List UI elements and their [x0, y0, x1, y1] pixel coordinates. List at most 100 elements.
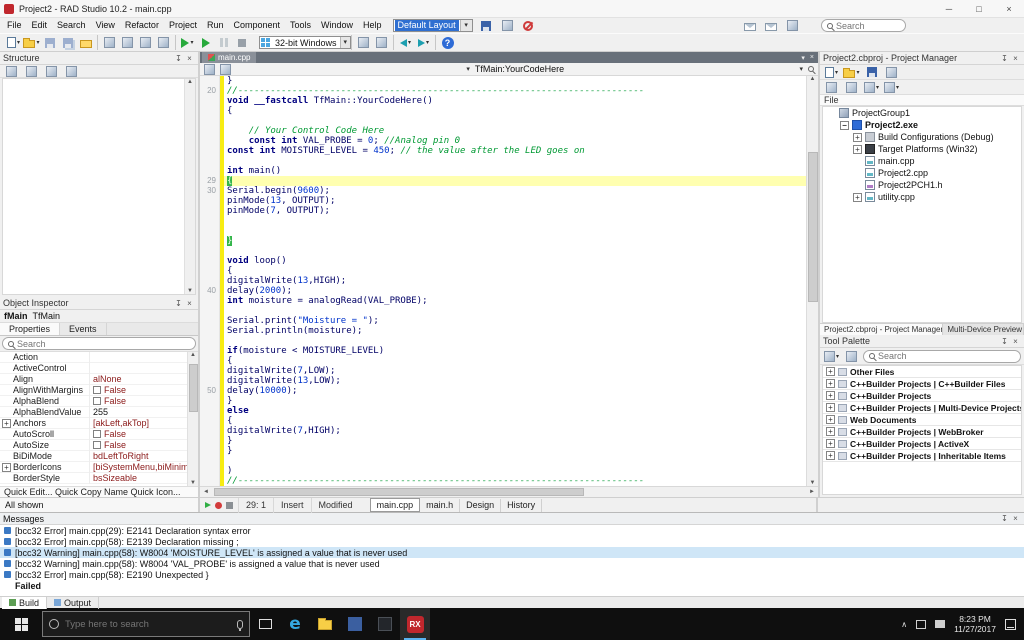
collapse-icon[interactable]: −: [840, 120, 849, 130]
open-project-button[interactable]: [77, 34, 94, 51]
menu-view[interactable]: View: [91, 18, 120, 33]
property-row[interactable]: AutoSize False: [0, 439, 198, 451]
stop-icon[interactable]: [226, 501, 233, 509]
send-feedback-icon[interactable]: [742, 17, 759, 34]
checkbox-icon[interactable]: [93, 430, 101, 438]
run-button[interactable]: ▾: [179, 34, 196, 51]
code-line-37[interactable]: void loop(): [200, 256, 806, 266]
property-row[interactable]: AutoScroll False: [0, 428, 198, 440]
code-line-44[interactable]: Serial.println(moisture);: [200, 326, 806, 336]
tree-node-project2-cpp[interactable]: Project2.cpp: [823, 167, 1021, 179]
editor-tab-main-cpp[interactable]: main.cpp: [202, 52, 257, 63]
expand-icon[interactable]: +: [826, 391, 835, 400]
code-line-33[interactable]: [200, 216, 806, 226]
property-search-box[interactable]: [2, 337, 196, 350]
code-line-28[interactable]: int main(): [200, 166, 806, 176]
menu-file[interactable]: File: [2, 18, 27, 33]
code-line-22[interactable]: {: [200, 106, 806, 116]
property-row[interactable]: BorderStyle bsSizeable: [0, 472, 198, 484]
checkbox-icon[interactable]: [93, 441, 101, 449]
methods-icon[interactable]: [220, 63, 231, 75]
close-icon[interactable]: ×: [184, 299, 195, 308]
menu-window[interactable]: Window: [316, 18, 358, 33]
network-icon[interactable]: [916, 619, 927, 629]
property-grid-scrollbar[interactable]: ▲ ▼: [187, 352, 198, 486]
code-line-20[interactable]: 20 //------------------------------------…: [200, 86, 806, 96]
scroll-up-icon[interactable]: ▲: [810, 76, 816, 82]
property-value[interactable]: alNone: [89, 373, 198, 385]
property-row[interactable]: Action: [0, 352, 198, 363]
save-layout-button[interactable]: [478, 17, 495, 34]
code-line-41[interactable]: int moisture = analogRead(VAL_PROBE);: [200, 296, 806, 306]
palette-category[interactable]: + C++Builder Projects | Inheritable Items: [823, 450, 1021, 462]
program-reset-button[interactable]: [233, 34, 250, 51]
property-row[interactable]: BiDiMode bdLeftToRight: [0, 450, 198, 462]
edge-button[interactable]: e: [280, 608, 310, 640]
tab-list-icon[interactable]: ▾: [801, 54, 805, 62]
view-forms-button[interactable]: [119, 34, 136, 51]
structure-up-button[interactable]: [43, 63, 60, 80]
close-icon[interactable]: ×: [1010, 54, 1021, 63]
chevron-down-icon[interactable]: ▾: [836, 353, 839, 360]
code-line-53[interactable]: {: [200, 416, 806, 426]
code-line-49[interactable]: digitalWrite(13,LOW);: [200, 376, 806, 386]
chevron-down-icon[interactable]: ▾: [896, 84, 899, 91]
menu-search[interactable]: Search: [52, 18, 91, 33]
code-line-29[interactable]: 29 {: [200, 176, 806, 186]
menu-edit[interactable]: Edit: [27, 18, 53, 33]
menu-run[interactable]: Run: [202, 18, 229, 33]
palette-search-box[interactable]: [863, 349, 1021, 363]
back-button[interactable]: ▾: [397, 34, 414, 51]
structure-collapse-button[interactable]: [23, 63, 40, 80]
expand-icon[interactable]: +: [2, 463, 11, 472]
run-without-debugging-button[interactable]: [197, 34, 214, 51]
tree-node-project2-exe[interactable]: − Project2.exe: [823, 119, 1021, 131]
property-row[interactable]: AlignWithMargins False: [0, 384, 198, 396]
checkbox-icon[interactable]: [93, 386, 101, 394]
code-line-19[interactable]: }: [200, 76, 806, 86]
pin-icon[interactable]: ↧: [173, 299, 184, 308]
checkbox-icon[interactable]: [93, 397, 101, 405]
quick-actions[interactable]: Quick Edit... Quick Copy Name Quick Icon…: [0, 486, 198, 497]
property-value[interactable]: False: [89, 439, 198, 451]
tp-add-button[interactable]: ▾: [823, 348, 840, 365]
palette-category[interactable]: + Web Documents: [823, 414, 1021, 426]
scroll-down-icon[interactable]: ▼: [190, 480, 196, 486]
minimize-button[interactable]: ─: [934, 0, 964, 18]
tree-node-build-configurations-debug-[interactable]: + Build Configurations (Debug): [823, 131, 1021, 143]
code-line-36[interactable]: [200, 246, 806, 256]
action-center-icon[interactable]: [1005, 618, 1016, 630]
target-platform-combo[interactable]: 32-bit Windows ▾: [259, 36, 351, 49]
code-line-30[interactable]: 30 Serial.begin(9600);: [200, 186, 806, 196]
pin-icon[interactable]: ↧: [999, 514, 1010, 523]
expand-icon[interactable]: +: [826, 439, 835, 448]
save-file-button[interactable]: [41, 34, 58, 51]
structure-scrollbar[interactable]: ▲ ▼: [184, 79, 195, 294]
ide-search-box[interactable]: [821, 19, 906, 32]
tree-node-main-cpp[interactable]: main.cpp: [823, 155, 1021, 167]
property-row[interactable]: AlphaBlendValue 255: [0, 406, 198, 418]
chevron-down-icon[interactable]: ▾: [835, 69, 838, 76]
chevron-down-icon[interactable]: ▾: [466, 65, 470, 73]
palette-category[interactable]: + C++Builder Projects | WebBroker: [823, 426, 1021, 438]
help-button[interactable]: ?: [439, 34, 456, 51]
property-value[interactable]: False: [89, 428, 198, 440]
property-value[interactable]: [89, 362, 198, 374]
message-row[interactable]: [bcc32 Error] main.cpp(58): E2190 Unexpe…: [0, 569, 1024, 580]
tab-project2-cbproj-project-manager[interactable]: Project2.cbproj - Project Manager: [820, 324, 944, 335]
tree-node-projectgroup1[interactable]: ProjectGroup1: [823, 107, 1021, 119]
property-row[interactable]: Align alNone: [0, 373, 198, 385]
code-line-38[interactable]: {: [200, 266, 806, 276]
code-line-52[interactable]: else: [200, 406, 806, 416]
expand-icon[interactable]: +: [826, 403, 835, 412]
code-line-25[interactable]: const int VAL_PROBE = 0; //Analog pin 0: [200, 136, 806, 146]
scrollbar-thumb[interactable]: [188, 364, 198, 412]
code-line-59[interactable]: //--------------------------------------…: [200, 476, 806, 486]
compile-button[interactable]: [355, 34, 372, 51]
expand-icon[interactable]: +: [826, 367, 835, 376]
scroll-right-icon[interactable]: ►: [806, 487, 818, 498]
chevron-down-icon[interactable]: ▾: [459, 20, 472, 31]
editor-horizontal-scrollbar[interactable]: ◄ ►: [200, 486, 818, 497]
maximize-button[interactable]: □: [964, 0, 994, 18]
code-line-26[interactable]: const int MOISTURE_LEVEL = 450; // the v…: [200, 146, 806, 156]
